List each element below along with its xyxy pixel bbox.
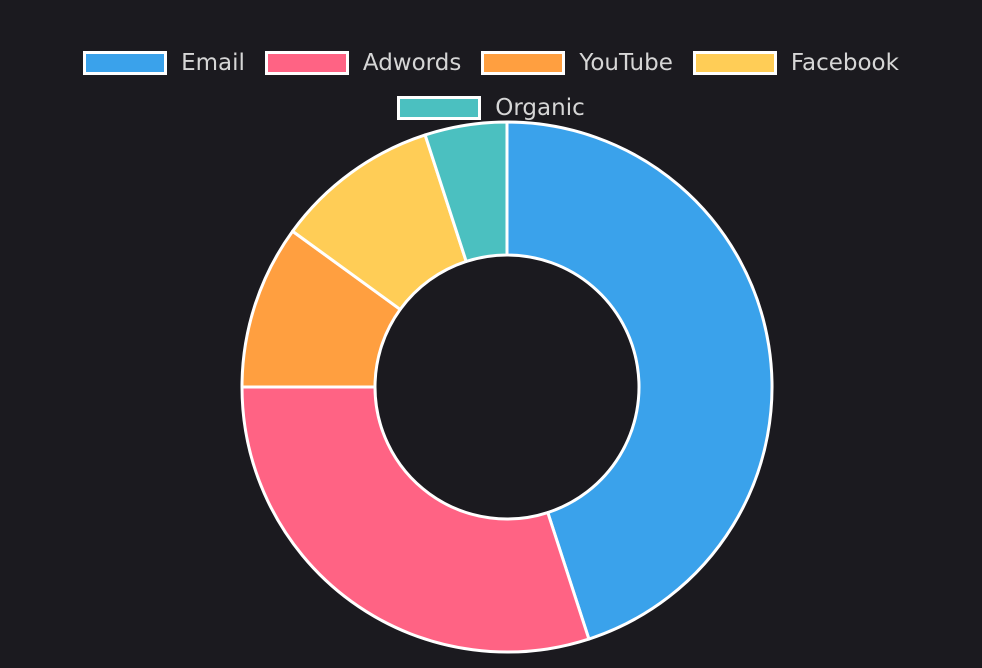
doughnut-chart: Email Adwords YouTube Facebook Organic <box>0 0 982 668</box>
slice-adwords[interactable] <box>240 385 591 654</box>
doughnut-plot <box>240 120 774 654</box>
